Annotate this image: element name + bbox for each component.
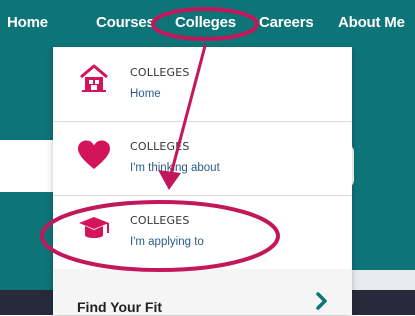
top-navigation: Home Courses Colleges Careers About Me — [0, 0, 415, 46]
nav-home[interactable]: Home — [7, 14, 48, 31]
nav-courses[interactable]: Courses — [96, 14, 155, 31]
home-icon — [77, 61, 111, 95]
dropdown-item-title: COLLEGES — [130, 66, 190, 79]
dropdown-item-colleges-thinking[interactable]: COLLEGES I'm thinking about — [53, 121, 352, 196]
nav-colleges[interactable]: Colleges — [175, 14, 236, 31]
dropdown-item-subtitle: I'm thinking about — [130, 162, 220, 174]
dropdown-item-subtitle: I'm applying to — [130, 236, 204, 248]
nav-careers[interactable]: Careers — [259, 14, 314, 31]
dropdown-item-title: COLLEGES — [130, 140, 190, 153]
dropdown-item-colleges-applying[interactable]: COLLEGES I'm applying to — [53, 195, 352, 270]
colleges-dropdown-menu: COLLEGES Home COLLEGES I'm thinking abou… — [53, 47, 352, 315]
graduation-cap-icon — [77, 215, 111, 249]
chevron-right-icon — [315, 291, 329, 316]
nav-about-me[interactable]: About Me — [338, 14, 405, 31]
dropdown-item-title: COLLEGES — [130, 214, 190, 227]
heart-icon — [77, 139, 111, 173]
dropdown-item-subtitle: Home — [130, 88, 161, 100]
find-your-fit-link[interactable]: Find Your Fit — [53, 269, 352, 315]
find-your-fit-label: Find Your Fit — [77, 299, 163, 315]
dropdown-item-colleges-home[interactable]: COLLEGES Home — [53, 47, 352, 122]
